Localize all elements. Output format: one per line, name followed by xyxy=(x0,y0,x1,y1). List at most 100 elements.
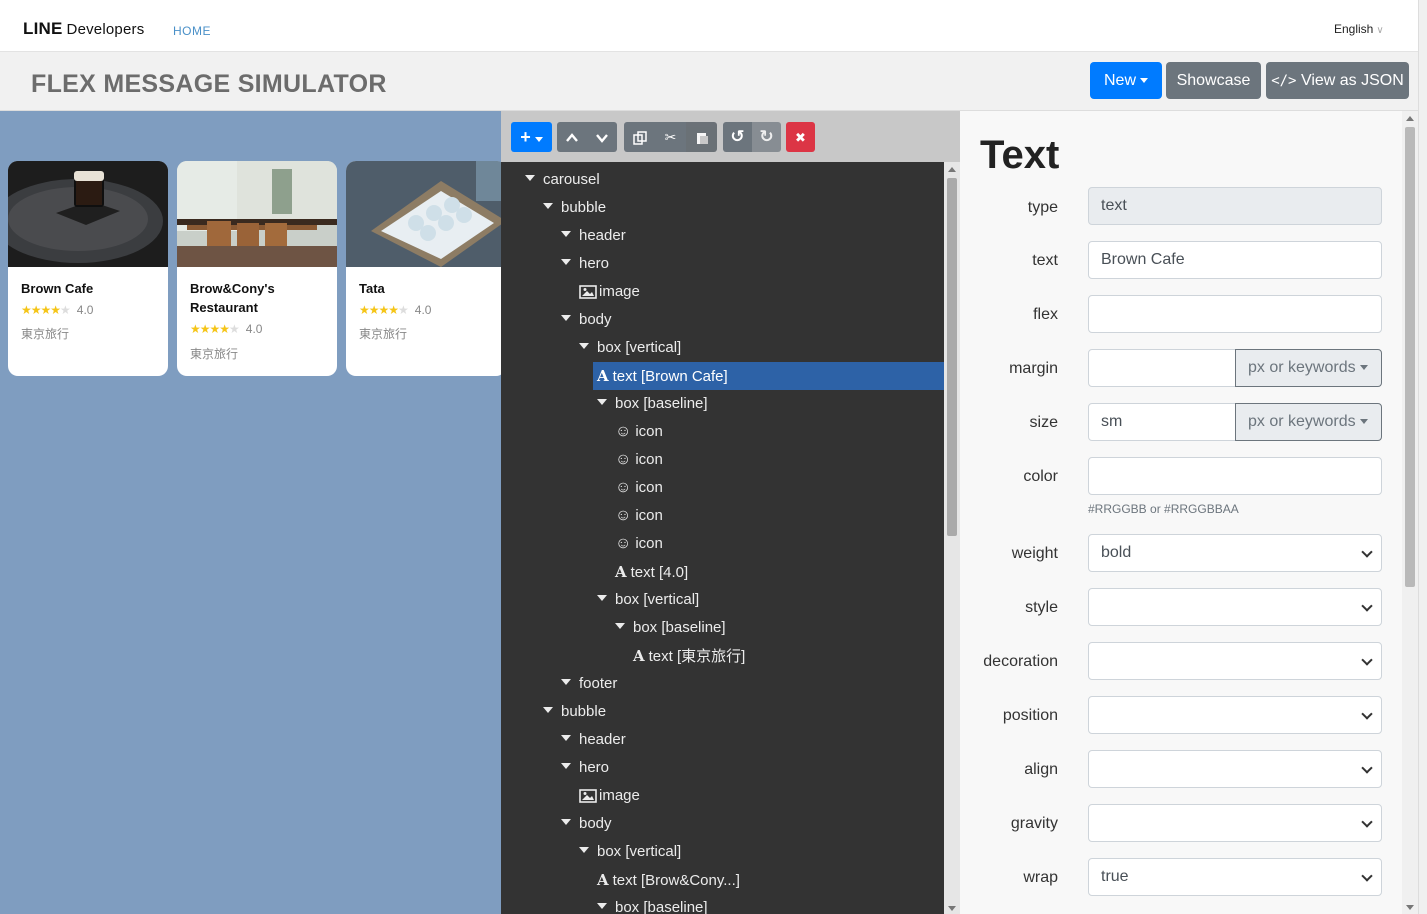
color-field[interactable] xyxy=(1088,457,1382,495)
new-button-label: New xyxy=(1103,72,1136,89)
tree-node-icon[interactable]: ☺ icon xyxy=(615,474,663,502)
tree-node-icon[interactable]: ☺ icon xyxy=(615,446,663,474)
caret-down-icon xyxy=(525,175,535,182)
tree-node-group[interactable]: bubble xyxy=(543,698,606,726)
card-name: Brow&Cony's Restaurant xyxy=(190,281,275,315)
top-nav: LINE Developers HOME English ∨ xyxy=(0,0,1427,52)
chevron-down-icon xyxy=(1361,654,1373,666)
tree-node-text[interactable]: Atext [4.0] xyxy=(615,558,688,586)
brand-logo[interactable]: LINE Developers xyxy=(23,19,144,39)
tree-node-label: icon xyxy=(635,507,663,524)
copy-button[interactable] xyxy=(624,122,655,152)
tree-node-label: box [vertical] xyxy=(615,591,700,608)
tree-scrollbar[interactable] xyxy=(944,162,960,914)
showcase-button[interactable]: Showcase xyxy=(1166,62,1261,99)
component-tree: carousel bubble header hero image body box [ve… xyxy=(501,162,944,914)
tree-node-group[interactable]: body xyxy=(561,810,612,838)
hero-image xyxy=(177,161,337,267)
margin-label: margin xyxy=(1009,360,1058,377)
size-label: size xyxy=(1029,414,1058,431)
delete-button[interactable]: ✖ xyxy=(786,122,815,152)
tree-node-group[interactable]: box [vertical] xyxy=(579,334,681,362)
flex-label: flex xyxy=(1033,306,1058,323)
card-rating: ★★★★★ 4.0 xyxy=(359,303,431,317)
size-unit-dropdown[interactable]: px or keywords xyxy=(1235,403,1382,441)
redo-button[interactable]: ↻ xyxy=(752,122,781,152)
gravity-label: gravity xyxy=(1010,815,1058,832)
tree-node-group[interactable]: body xyxy=(561,306,612,334)
card-tata[interactable]: Tata ★★★★★ 4.0 東京旅行 xyxy=(346,161,501,376)
properties-scroll-thumb[interactable] xyxy=(1405,127,1415,587)
tree-node-image[interactable]: image xyxy=(579,782,640,810)
margin-field[interactable] xyxy=(1088,349,1236,387)
language-selector[interactable]: English ∨ xyxy=(1334,22,1384,36)
caret-down-icon xyxy=(597,399,607,406)
align-select[interactable] xyxy=(1088,750,1382,788)
redo-icon: ↻ xyxy=(759,127,774,146)
chevron-down-icon xyxy=(1361,816,1373,828)
caret-down-icon xyxy=(1359,419,1368,425)
style-select[interactable] xyxy=(1088,588,1382,626)
card-name: Tata xyxy=(359,281,385,296)
move-up-button[interactable] xyxy=(557,122,587,152)
tree-node-image[interactable]: image xyxy=(579,278,640,306)
tree-node-text[interactable]: Atext [東京旅行] xyxy=(633,642,745,670)
home-link[interactable]: HOME xyxy=(173,24,211,38)
new-button[interactable]: New xyxy=(1090,62,1162,99)
font-icon: A xyxy=(597,367,609,385)
tree-node-label: text [東京旅行] xyxy=(648,648,746,665)
undo-button[interactable]: ↺ xyxy=(723,122,752,152)
size-field[interactable]: sm xyxy=(1088,403,1236,441)
hero-image xyxy=(346,161,501,267)
tree-node-label: carousel xyxy=(543,171,600,188)
tree-node-group[interactable]: bubble xyxy=(543,194,606,222)
view-json-button[interactable]: </> View as JSON xyxy=(1266,62,1409,99)
tree-node-icon[interactable]: ☺ icon xyxy=(615,502,663,530)
card-rating: ★★★★★ 4.0 xyxy=(21,303,93,317)
cut-button[interactable]: ✂ xyxy=(655,122,686,152)
wrap-select[interactable]: true xyxy=(1088,858,1382,896)
card-name: Brown Cafe xyxy=(21,281,94,296)
card-place: 東京旅行 xyxy=(190,347,239,361)
tree-node-group[interactable]: hero xyxy=(561,250,609,278)
gravity-select[interactable] xyxy=(1088,804,1382,842)
tree-node-group[interactable]: header xyxy=(561,726,626,754)
tree-node-icon[interactable]: ☺ icon xyxy=(615,530,663,558)
tree-node-text[interactable]: Atext [Brow&Cony...] xyxy=(597,866,740,894)
properties-scrollbar[interactable] xyxy=(1402,111,1418,914)
tree-node-group[interactable]: box [vertical] xyxy=(597,586,699,614)
card-rating: ★★★★★ 4.0 xyxy=(190,322,262,336)
caret-down-icon xyxy=(597,903,607,910)
tree-node-group[interactable]: header xyxy=(561,222,626,250)
page-title: FLEX MESSAGE SIMULATOR xyxy=(31,70,387,98)
decoration-select[interactable] xyxy=(1088,642,1382,680)
window-scrollbar[interactable] xyxy=(1418,0,1427,914)
tree-node-group[interactable]: carousel xyxy=(525,166,600,194)
tree-node-group[interactable]: box [baseline] xyxy=(597,390,708,418)
margin-unit-label: px or keywords xyxy=(1248,359,1356,376)
rating-stars: ★★★★★ xyxy=(359,303,409,317)
position-select[interactable] xyxy=(1088,696,1382,734)
margin-unit-dropdown[interactable]: px or keywords xyxy=(1235,349,1382,387)
smiley-icon: ☺ xyxy=(615,451,632,468)
tree-node-text[interactable]: Atext [Brown Cafe] xyxy=(593,362,944,390)
tree-node-group[interactable]: footer xyxy=(561,670,617,698)
paste-button[interactable] xyxy=(686,122,717,152)
weight-select[interactable]: bold xyxy=(1088,534,1382,572)
add-component-button[interactable]: + xyxy=(511,122,552,152)
tree-node-icon[interactable]: ☺ icon xyxy=(615,418,663,446)
tree-node-group[interactable]: box [baseline] xyxy=(615,614,726,642)
tree-node-group[interactable]: box [baseline] xyxy=(597,894,708,914)
caret-down-icon xyxy=(561,735,571,742)
card-restaurant[interactable]: Brow&Cony's Restaurant ★★★★★ 4.0 東京旅行 xyxy=(177,161,337,376)
paste-icon xyxy=(696,133,708,145)
move-down-button[interactable] xyxy=(587,122,617,152)
tree-node-label: body xyxy=(579,311,612,328)
tree-node-group[interactable]: hero xyxy=(561,754,609,782)
card-brown-cafe[interactable]: Brown Cafe ★★★★★ 4.0 東京旅行 xyxy=(8,161,168,376)
flex-field[interactable] xyxy=(1088,295,1382,333)
tree-scroll-thumb[interactable] xyxy=(947,178,957,536)
text-field[interactable]: Brown Cafe xyxy=(1088,241,1382,279)
scroll-up-icon xyxy=(1406,116,1414,121)
tree-node-group[interactable]: box [vertical] xyxy=(579,838,681,866)
